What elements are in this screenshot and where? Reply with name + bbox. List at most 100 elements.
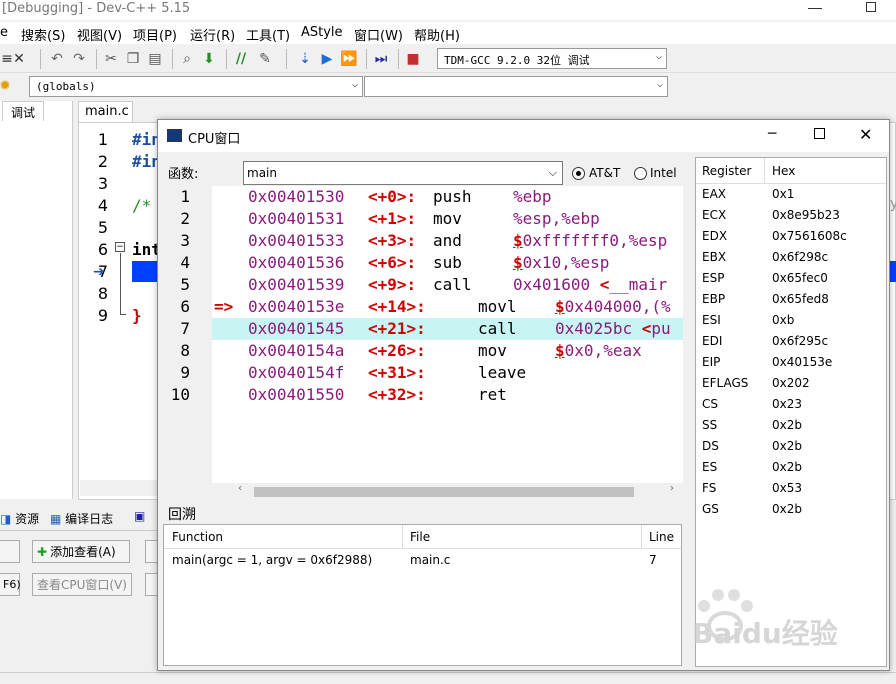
scroll-left-icon[interactable]: ‹ <box>238 483 242 494</box>
intel-radio[interactable] <box>634 167 647 180</box>
partial-button[interactable] <box>0 540 20 563</box>
compiler-value: TDM-GCC 9.2.0 32位 调试 <box>444 54 590 67</box>
asm-row[interactable]: 7 0x00401545 <+21>: call 0x4025bc <pu <box>158 318 683 340</box>
asm-row[interactable]: 9 0x0040154f <+31>: leave <box>158 362 683 384</box>
scope-select[interactable]: (globals) ⌵ <box>29 76 363 97</box>
register-name: EIP <box>702 355 721 369</box>
asm-row[interactable]: 5 0x00401539 <+9>: call 0x401600 <__mair <box>158 274 683 296</box>
tab-resources[interactable]: ◨ 资源 <box>0 510 39 527</box>
asm-row[interactable]: 1 0x00401530 <+0>: push %ebp <box>158 186 683 208</box>
scroll-right-icon[interactable]: › <box>670 483 674 494</box>
add-watch-button[interactable]: ✚ 添加查看(A) <box>32 540 130 563</box>
register-row[interactable]: ECX 0x8e95b23 <box>702 208 882 229</box>
menu-project[interactable]: 项目(P) <box>133 25 177 44</box>
backtrace-row[interactable]: main(argc = 1, argv = 0x6f2988) main.c 7 <box>164 551 681 571</box>
register-value: 0x53 <box>772 481 803 495</box>
menu-tools[interactable]: 工具(T) <box>246 25 290 44</box>
menu-help[interactable]: 帮助(H) <box>414 25 460 44</box>
register-value: 0x6f298c <box>772 250 829 264</box>
minimize-button[interactable] <box>808 8 822 9</box>
step-into-icon[interactable]: ⇣ <box>296 50 314 68</box>
asm-operands: 0x4025bc <pu <box>555 319 671 338</box>
att-radio[interactable] <box>572 167 585 180</box>
asm-row[interactable]: 10 0x00401550 <+32>: ret <box>158 384 683 406</box>
register-row[interactable]: ESI 0xb <box>702 313 882 334</box>
register-row[interactable]: ESP 0x65fec0 <box>702 271 882 292</box>
asm-operands: %ebp <box>513 187 552 206</box>
disassembly-view[interactable]: 1 0x00401530 <+0>: push %ebp 2 0x00401531 <+1>:… <box>158 186 683 483</box>
register-row[interactable]: FS 0x53 <box>702 481 882 502</box>
member-select[interactable]: ⌵ <box>364 76 668 97</box>
function-select[interactable]: main ⌵ <box>243 161 563 185</box>
next-icon[interactable]: ⏩ <box>340 50 358 68</box>
asm-address: 0x00401539 <box>248 275 345 294</box>
registers-header: Register Hex <box>696 158 886 184</box>
debug-tab-icon[interactable]: ▣ <box>134 509 145 523</box>
menu-partial[interactable]: e <box>0 25 8 40</box>
register-row[interactable]: EBX 0x6f298c <box>702 250 882 271</box>
register-row[interactable]: EFLAGS 0x202 <box>702 376 882 397</box>
run-to-cursor-icon[interactable]: ⏭ <box>372 50 390 68</box>
edit-icon[interactable]: ✎ <box>256 50 274 68</box>
close-button[interactable]: ✕ <box>859 125 872 144</box>
tab-debug[interactable]: 调试 <box>2 101 44 121</box>
register-row[interactable]: ES 0x2b <box>702 460 882 481</box>
close-icon[interactable]: ✕ <box>10 50 28 68</box>
view-cpu-button[interactable]: 查看CPU窗口(V) <box>32 573 132 596</box>
menu-run[interactable]: 运行(R) <box>190 25 235 44</box>
copy-icon[interactable]: ❐ <box>124 50 142 68</box>
register-value: 0x23 <box>772 397 803 411</box>
register-row[interactable]: EDX 0x7561608c <box>702 229 882 250</box>
cpu-title-bar: CPU窗口 ─ ✕ <box>158 120 889 152</box>
asm-row[interactable]: 6 => 0x0040153e <+14>: movl $0x404000,(% <box>158 296 683 318</box>
register-col-header: Register <box>702 164 752 178</box>
stop-icon[interactable]: ■ <box>404 50 422 68</box>
register-name: SS <box>702 418 718 432</box>
register-row[interactable]: CS 0x23 <box>702 397 882 418</box>
backtrace-header: Function File Line <box>164 525 681 549</box>
line-number: 5 <box>97 218 108 237</box>
f6-button[interactable]: F6) <box>0 573 21 596</box>
scroll-thumb[interactable] <box>254 487 634 497</box>
goto-icon[interactable]: ⬇ <box>200 50 218 68</box>
register-row[interactable]: DS 0x2b <box>702 439 882 460</box>
fold-toggle-icon[interactable]: − <box>115 242 125 252</box>
register-row[interactable]: EAX 0x1 <box>702 187 882 208</box>
register-row[interactable]: EIP 0x40153e <box>702 355 882 376</box>
menu-view[interactable]: 视图(V) <box>77 25 122 44</box>
asm-row[interactable]: 2 0x00401531 <+1>: mov %esp,%ebp <box>158 208 683 230</box>
asm-instruction: movl <box>478 297 517 316</box>
maximize-button[interactable] <box>866 2 876 12</box>
editor-hscroll[interactable] <box>80 480 160 496</box>
register-row[interactable]: EDI 0x6f295c <box>702 334 882 355</box>
register-row[interactable]: SS 0x2b <box>702 418 882 439</box>
register-row[interactable]: EBP 0x65fed8 <box>702 292 882 313</box>
tab-main-c[interactable]: main.c <box>78 101 133 122</box>
menu-search[interactable]: 搜索(S) <box>21 25 65 44</box>
disassembly-hscroll[interactable]: ‹ › <box>234 483 683 499</box>
menu-astyle[interactable]: AStyle <box>301 25 343 40</box>
register-value: 0x2b <box>772 418 802 432</box>
compiler-select[interactable]: TDM-GCC 9.2.0 32位 调试 ⌵ <box>437 48 667 69</box>
asm-address: 0x00401545 <box>248 319 345 338</box>
minimize-button[interactable]: ─ <box>768 126 776 142</box>
asm-row[interactable]: 4 0x00401536 <+6>: sub $0x10,%esp <box>158 252 683 274</box>
maximize-button[interactable] <box>814 128 825 139</box>
asm-offset: <+21>: <box>368 319 426 338</box>
register-name: ES <box>702 460 718 474</box>
asm-line-number: 2 <box>180 209 190 228</box>
continue-icon[interactable]: ▶ <box>318 50 336 68</box>
paste-icon[interactable]: ▤ <box>146 50 164 68</box>
status-bar <box>0 672 896 684</box>
undo-icon[interactable]: ↶ <box>48 50 66 68</box>
redo-icon[interactable]: ↷ <box>70 50 88 68</box>
asm-row[interactable]: 3 0x00401533 <+3>: and $0xfffffff0,%esp <box>158 230 683 252</box>
tab-compile-log[interactable]: ▦ 编译日志 <box>50 510 113 527</box>
find-icon[interactable]: ⌕ <box>178 50 196 68</box>
register-row[interactable]: GS 0x2b <box>702 502 882 523</box>
asm-row[interactable]: 8 0x0040154a <+26>: mov $0x0,%eax <box>158 340 683 362</box>
comment-icon[interactable]: // <box>232 50 250 68</box>
menu-window[interactable]: 窗口(W) <box>354 25 403 44</box>
cut-icon[interactable]: ✂ <box>102 50 120 68</box>
asm-offset: <+3>: <box>368 231 417 250</box>
